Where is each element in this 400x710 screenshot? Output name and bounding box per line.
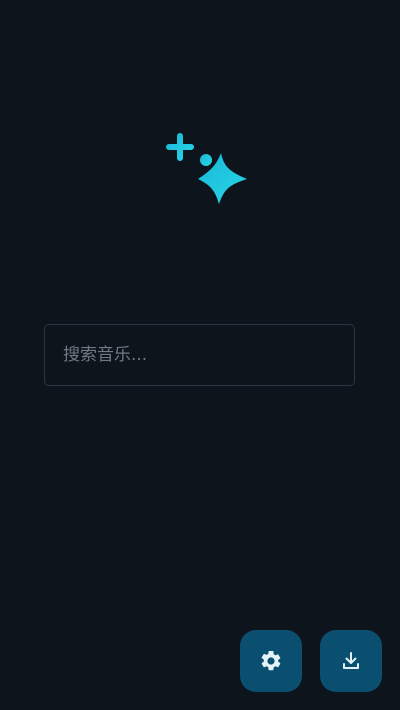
settings-button[interactable] [240, 630, 302, 692]
search-container [44, 324, 355, 386]
app-screen [0, 0, 400, 710]
gear-icon [259, 649, 283, 673]
search-input[interactable] [45, 325, 354, 385]
download-icon [339, 649, 363, 673]
sparkles-icon [164, 132, 254, 210]
download-button[interactable] [320, 630, 382, 692]
